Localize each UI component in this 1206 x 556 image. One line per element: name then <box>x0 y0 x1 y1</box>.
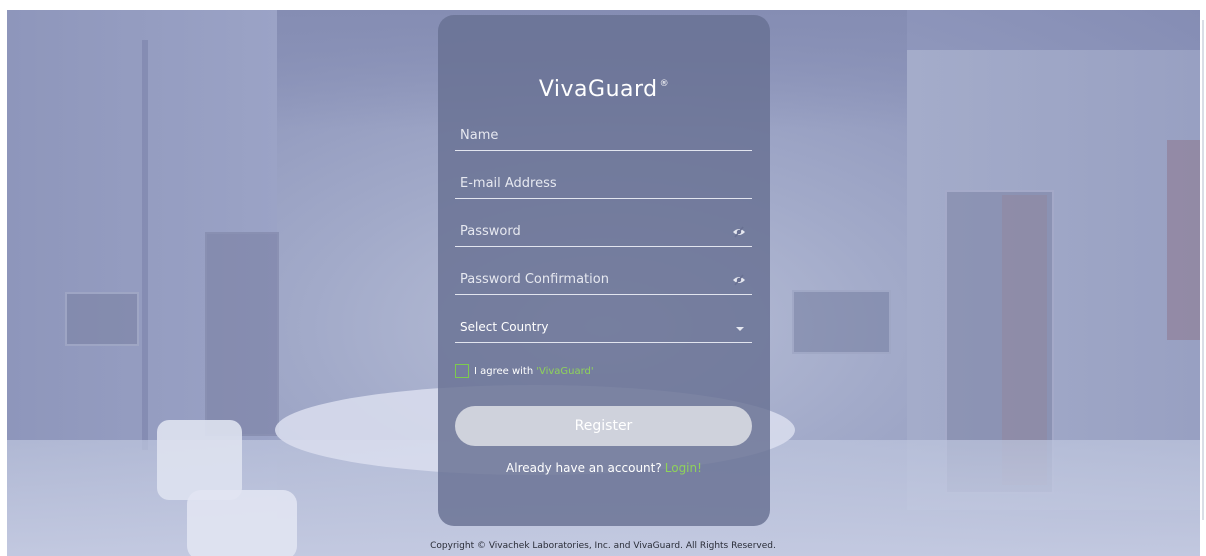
email-field[interactable]: E-mail Address <box>455 170 752 199</box>
bg-chair <box>157 420 242 500</box>
chevron-down-icon <box>736 327 744 331</box>
agree-label: I agree with <box>474 365 534 377</box>
password-placeholder: Password <box>460 224 521 239</box>
bg-window-right <box>792 290 891 354</box>
bg-column <box>142 40 148 450</box>
copyright-text: Copyright © Vivachek Laboratories, Inc. … <box>430 541 776 551</box>
account-question: Already have an account? <box>506 461 662 475</box>
registered-mark: ® <box>659 79 670 89</box>
email-placeholder: E-mail Address <box>460 176 557 191</box>
bg-window-left <box>65 292 139 346</box>
eye-off-icon[interactable] <box>732 273 746 287</box>
bg-wall-far-right <box>1167 140 1200 340</box>
agree-row: I agree with 'VivaGuard' <box>455 363 594 379</box>
login-prompt: Already have an account? Login! <box>438 461 770 475</box>
password-confirmation-field[interactable]: Password Confirmation <box>455 266 752 295</box>
vivaguard-logo: VivaGuard ® <box>438 77 770 102</box>
logo-text: VivaGuard <box>538 77 658 102</box>
password-confirmation-placeholder: Password Confirmation <box>460 272 609 287</box>
name-placeholder: Name <box>460 128 499 143</box>
agree-checkbox[interactable] <box>455 364 469 378</box>
name-field[interactable]: Name <box>455 122 752 151</box>
terms-link[interactable]: 'VivaGuard' <box>536 366 593 377</box>
country-select-value: Select Country <box>460 320 549 334</box>
login-link[interactable]: Login! <box>665 461 702 475</box>
register-card: VivaGuard ® Name E-mail Address Password … <box>438 15 770 526</box>
country-select[interactable]: Select Country <box>455 314 752 343</box>
register-button[interactable]: Register <box>455 406 752 446</box>
eye-off-icon[interactable] <box>732 225 746 239</box>
password-field[interactable]: Password <box>455 218 752 247</box>
scrollbar[interactable] <box>1202 20 1204 520</box>
bg-door-left <box>205 232 279 436</box>
